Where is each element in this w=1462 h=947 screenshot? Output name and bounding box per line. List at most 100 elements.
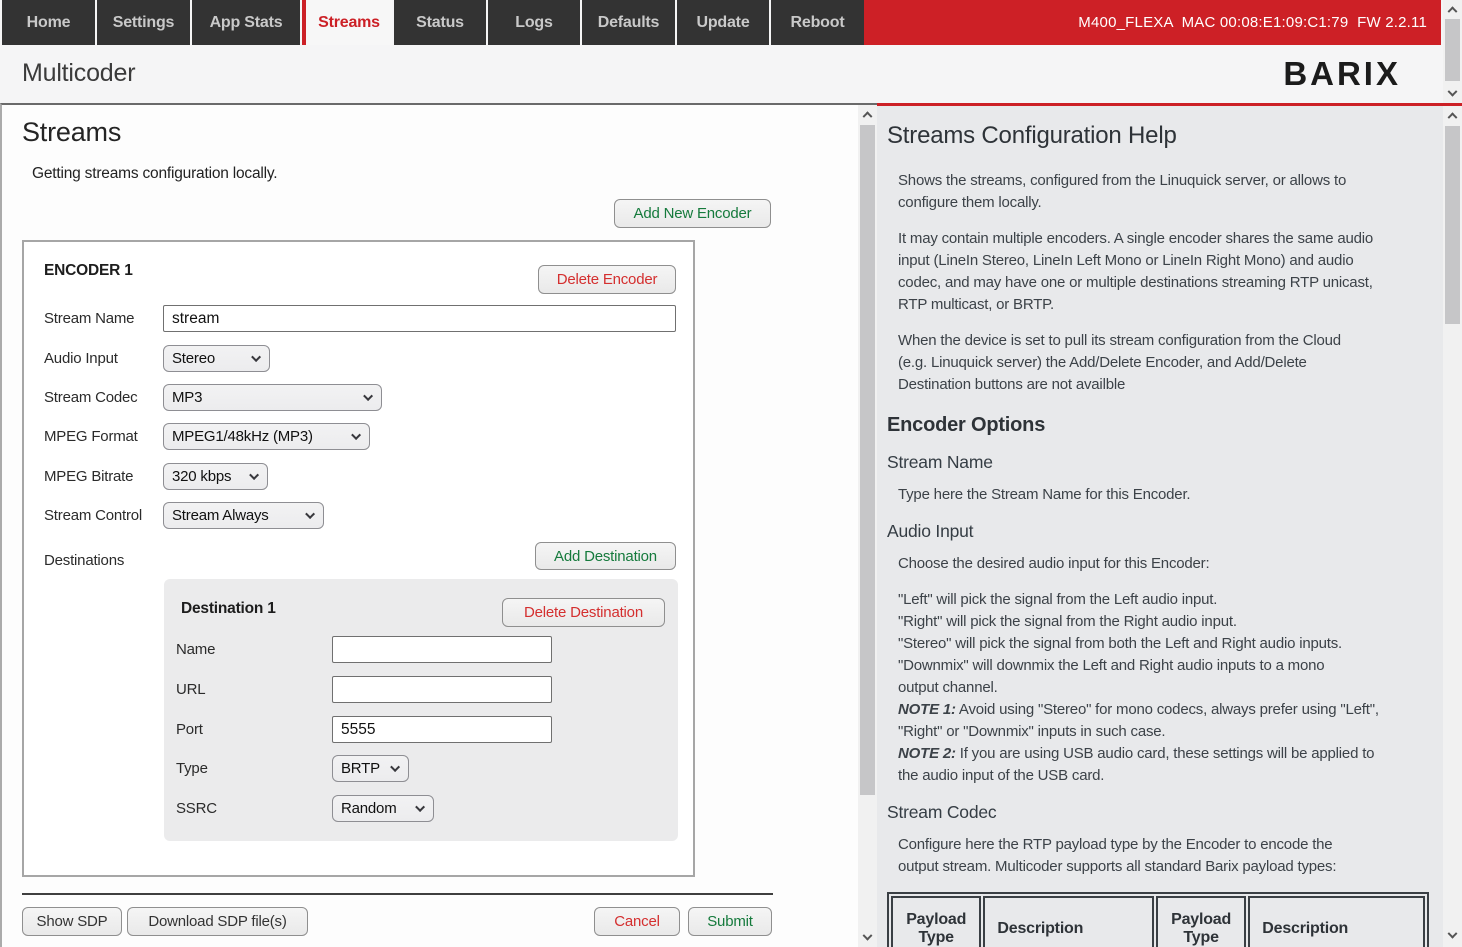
scrollbar-thumb[interactable]: [1445, 19, 1460, 81]
help-stream-name-text: Type here the Stream Name for this Encod…: [898, 484, 1417, 506]
stream-control-label: Stream Control: [44, 502, 142, 529]
stream-control-value: Stream Always: [172, 507, 298, 524]
destination-panel: Destination 1 Delete Destination Name UR…: [164, 579, 678, 841]
help-line: "Left" will pick the signal from the Lef…: [898, 589, 1417, 611]
encoder-options-heading: Encoder Options: [887, 414, 1417, 437]
help-title: Streams Configuration Help: [887, 122, 1417, 150]
stream-control-select[interactable]: Stream Always: [163, 502, 324, 529]
mpeg-bitrate-value: 320 kbps: [172, 468, 242, 485]
encoder-panel: ENCODER 1 Delete Encoder Stream Name Aud…: [22, 240, 695, 877]
dest-port-label: Port: [176, 716, 203, 743]
nav-tab-settings[interactable]: Settings: [97, 0, 190, 45]
help-frame: Streams Configuration Help Shows the str…: [877, 103, 1462, 947]
scrollbar-thumb[interactable]: [860, 125, 875, 795]
mpeg-bitrate-label: MPEG Bitrate: [44, 463, 133, 490]
dest-type-value: BRTP: [341, 760, 383, 777]
nav-tab-streams[interactable]: Streams: [302, 0, 392, 45]
cancel-button[interactable]: Cancel: [594, 907, 680, 936]
dest-port-input[interactable]: [332, 716, 552, 743]
device-info-text: M400_FLEXA MAC 00:08:E1:09:C1:79 FW 2.2.…: [1078, 14, 1427, 31]
chevron-down-icon: [351, 430, 361, 440]
add-new-encoder-button[interactable]: Add New Encoder: [614, 199, 771, 228]
scroll-down-icon[interactable]: [1443, 928, 1462, 945]
chevron-down-icon: [363, 391, 373, 401]
scroll-up-icon[interactable]: [858, 105, 877, 122]
note-label: NOTE 2:: [898, 745, 956, 762]
help-line: "Stereo" will pick the signal from both …: [898, 633, 1417, 655]
nav-tab-home[interactable]: Home: [2, 0, 95, 45]
destinations-label: Destinations: [44, 547, 124, 574]
dest-ssrc-value: Random: [341, 800, 408, 817]
mpeg-format-select[interactable]: MPEG1/48kHz (MP3): [163, 423, 370, 450]
help-paragraph: Shows the streams, configured from the L…: [898, 170, 1417, 214]
table-header-payload-type: Payload Type: [1156, 896, 1246, 947]
submit-button[interactable]: Submit: [688, 907, 772, 936]
chevron-down-icon: [305, 509, 315, 519]
help-audio-input-heading: Audio Input: [887, 521, 1417, 542]
help-stream-codec-intro: Configure here the RTP payload type by t…: [898, 834, 1417, 878]
destination-title: Destination 1: [181, 600, 276, 618]
help-audio-input-intro: Choose the desired audio input for this …: [898, 553, 1417, 575]
content-scrollbar[interactable]: [858, 105, 877, 947]
dest-url-label: URL: [176, 676, 205, 703]
title-bar: Multicoder BARIX: [0, 45, 1441, 103]
help-paragraph: When the device is set to pull its strea…: [898, 330, 1417, 396]
nav-tab-logs[interactable]: Logs: [488, 0, 580, 45]
scroll-down-icon[interactable]: [858, 930, 877, 947]
dest-ssrc-label: SSRC: [176, 795, 217, 822]
download-sdp-button[interactable]: Download SDP file(s): [127, 907, 308, 936]
help-note: NOTE 1: Avoid using "Stereo" for mono co…: [898, 699, 1417, 743]
chevron-down-icon: [390, 762, 400, 772]
barix-logo: BARIX: [1283, 55, 1401, 93]
chevron-down-icon: [249, 470, 259, 480]
note-text: Avoid using "Stereo" for mono codecs, al…: [898, 701, 1379, 740]
scrollbar-thumb[interactable]: [1445, 126, 1460, 324]
dest-name-label: Name: [176, 636, 215, 663]
help-stream-name-heading: Stream Name: [887, 452, 1417, 473]
encoder-title: ENCODER 1: [44, 262, 133, 280]
table-header-description: Description: [983, 896, 1154, 947]
stream-codec-value: MP3: [172, 389, 356, 406]
nav-tab-status[interactable]: Status: [394, 0, 486, 45]
dest-name-input[interactable]: [332, 636, 552, 663]
mpeg-bitrate-select[interactable]: 320 kbps: [163, 463, 268, 490]
chevron-down-icon: [251, 352, 261, 362]
dest-type-label: Type: [176, 755, 208, 782]
mpeg-format-value: MPEG1/48kHz (MP3): [172, 428, 344, 445]
dest-ssrc-select[interactable]: Random: [332, 795, 434, 822]
streams-subtitle: Getting streams configuration locally.: [32, 165, 277, 183]
help-note: NOTE 2: If you are using USB audio card,…: [898, 743, 1417, 787]
show-sdp-button[interactable]: Show SDP: [22, 907, 122, 936]
scroll-down-icon[interactable]: [1443, 86, 1462, 103]
scroll-up-icon[interactable]: [1443, 0, 1462, 17]
stream-name-input[interactable]: [163, 305, 676, 332]
nav-tab-defaults[interactable]: Defaults: [582, 0, 675, 45]
dest-url-input[interactable]: [332, 676, 552, 703]
table-header-description: Description: [1248, 896, 1425, 947]
add-destination-button[interactable]: Add Destination: [535, 542, 676, 570]
chevron-down-icon: [415, 802, 425, 812]
multicoder-app: Home Settings App Stats Streams Status L…: [0, 0, 1462, 947]
help-paragraph: It may contain multiple encoders. A sing…: [898, 228, 1417, 316]
top-frame-scrollbar[interactable]: [1443, 0, 1462, 103]
page-title: Multicoder: [22, 59, 135, 88]
streams-content-frame: Streams Getting streams configuration lo…: [0, 103, 877, 947]
nav-tab-update[interactable]: Update: [677, 0, 769, 45]
note-text: If you are using USB audio card, these s…: [898, 745, 1374, 784]
help-scrollbar[interactable]: [1443, 106, 1462, 947]
help-line: "Downmix" will downmix the Left and Righ…: [898, 655, 1417, 699]
delete-encoder-button[interactable]: Delete Encoder: [538, 265, 676, 294]
main-nav: Home Settings App Stats Streams Status L…: [0, 0, 1441, 45]
audio-input-select[interactable]: Stereo: [163, 345, 270, 372]
nav-tab-app-stats[interactable]: App Stats: [192, 0, 300, 45]
stream-codec-select[interactable]: MP3: [163, 384, 382, 411]
delete-destination-button[interactable]: Delete Destination: [502, 598, 665, 627]
help-stream-codec-heading: Stream Codec: [887, 802, 1417, 823]
stream-name-label: Stream Name: [44, 305, 134, 332]
nav-tab-reboot[interactable]: Reboot: [771, 0, 864, 45]
table-header-payload-type: Payload Type: [891, 896, 981, 947]
dest-type-select[interactable]: BRTP: [332, 755, 409, 782]
audio-input-label: Audio Input: [44, 345, 118, 372]
mpeg-format-label: MPEG Format: [44, 423, 138, 450]
scroll-up-icon[interactable]: [1443, 106, 1462, 123]
